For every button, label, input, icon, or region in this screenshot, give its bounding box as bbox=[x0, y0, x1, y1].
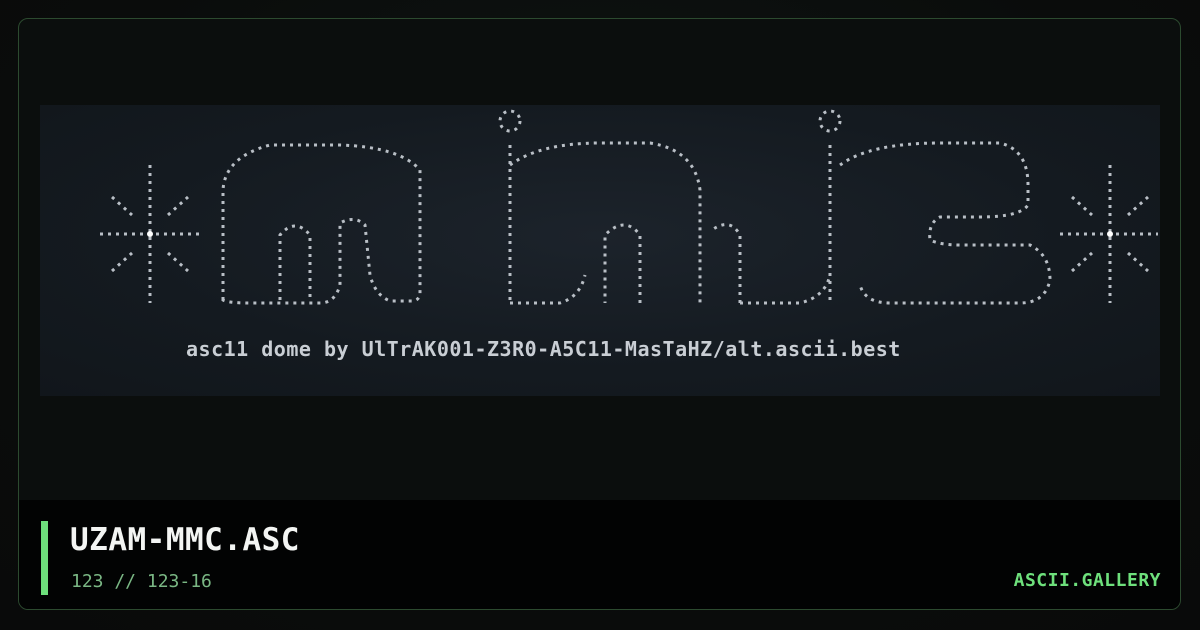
letter-two bbox=[839, 141, 1052, 305]
right-sparkle bbox=[1060, 165, 1158, 303]
letter-w bbox=[221, 143, 422, 305]
footer-bar: UZAM-MMC.ASC 123 // 123-16 ASCII.GALLERY bbox=[19, 500, 1180, 609]
art-credit-line: asc11 dome by UlTrAK001-Z3R0-A5C11-MasTa… bbox=[186, 337, 901, 361]
accent-bar bbox=[41, 521, 48, 595]
ascii-art-image: asc11 dome by UlTrAK001-Z3R0-A5C11-MasTa… bbox=[40, 105, 1160, 396]
letter-n-one-base bbox=[510, 274, 587, 305]
letter-w-inner bbox=[278, 224, 312, 300]
left-sparkle bbox=[100, 165, 200, 303]
site-brand-link[interactable]: ASCII.GALLERY bbox=[1014, 570, 1161, 591]
page: asc11 dome by UlTrAK001-Z3R0-A5C11-MasTa… bbox=[0, 0, 1200, 630]
file-title[interactable]: UZAM-MMC.ASC bbox=[70, 522, 300, 558]
letter-n-one bbox=[509, 141, 702, 303]
preview-card[interactable]: asc11 dome by UlTrAK001-Z3R0-A5C11-MasTa… bbox=[18, 18, 1181, 610]
letter-n-two bbox=[711, 223, 832, 305]
dot-one bbox=[498, 109, 522, 133]
file-subtitle: 123 // 123-16 bbox=[71, 571, 212, 592]
dot-two bbox=[818, 109, 842, 133]
